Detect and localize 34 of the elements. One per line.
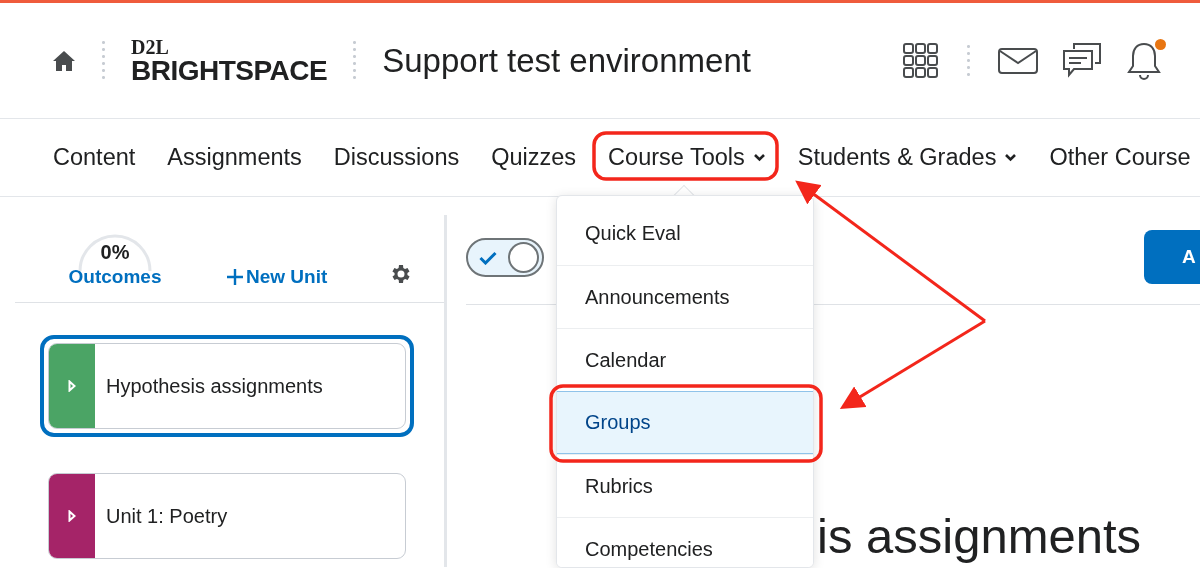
menu-item[interactable]: Announcements	[557, 265, 813, 328]
nav-link[interactable]: Other Course	[1049, 144, 1191, 171]
menu-item[interactable]: Calendar	[557, 328, 813, 391]
unit-title: Hypothesis assignments	[106, 374, 323, 398]
home-icon[interactable]	[52, 49, 76, 72]
toggle-switch[interactable]	[466, 238, 544, 277]
unit-title: Unit 1: Poetry	[106, 504, 228, 528]
triangle-right-icon	[68, 510, 76, 522]
check-icon	[479, 250, 497, 265]
menu-item[interactable]: Competencies	[557, 517, 813, 567]
plus-icon	[227, 269, 243, 285]
nav-link[interactable]: Quizzes	[491, 144, 577, 171]
triangle-right-icon	[68, 380, 76, 392]
outcomes-link[interactable]: Outcomes	[68, 266, 162, 288]
org-title: Support test environment	[382, 41, 751, 80]
page-heading: is assignments	[817, 510, 1143, 564]
menu-item[interactable]: Rubrics	[557, 454, 813, 517]
bell-icon[interactable]	[1126, 40, 1162, 81]
mail-icon[interactable]	[998, 47, 1038, 74]
nav-link[interactable]: Students & Grades	[797, 144, 1018, 171]
unit-card[interactable]: Hypothesis assignments	[40, 335, 414, 437]
primary-button[interactable]: A	[1144, 229, 1200, 284]
waffle-grid-icon[interactable]	[903, 42, 939, 79]
nav-link[interactable]: Content	[53, 144, 136, 171]
chevron-down-icon	[1004, 153, 1018, 162]
progress-value: 0%	[100, 241, 130, 264]
brightspace-logo[interactable]: D2L BRIGHTSPACE	[131, 36, 328, 85]
new-unit-link[interactable]: New Unit	[227, 266, 328, 288]
nav-link[interactable]: Assignments	[167, 144, 302, 171]
nav-link[interactable]: Course Tools	[608, 144, 766, 171]
nav-link[interactable]: Discussions	[333, 144, 460, 171]
menu-item[interactable]: Quick Eval	[557, 202, 813, 265]
chevron-down-icon	[752, 153, 766, 162]
menu-item[interactable]: Groups	[557, 391, 813, 454]
